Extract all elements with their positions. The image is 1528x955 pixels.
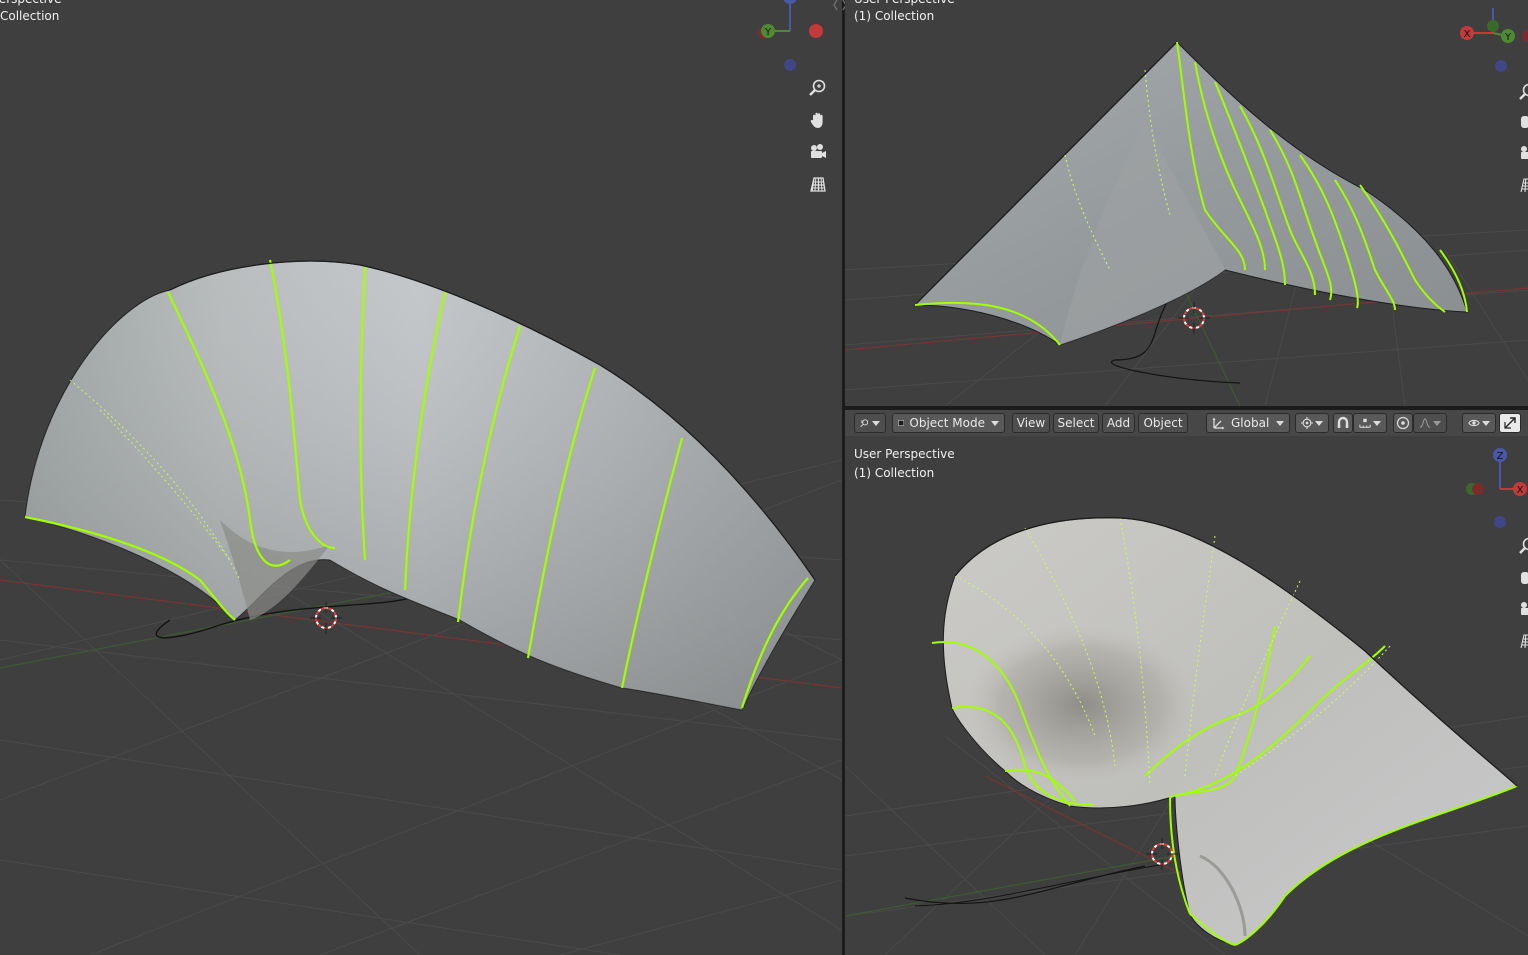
camera-icon[interactable] xyxy=(1518,143,1528,163)
snap-magnet-icon xyxy=(1337,416,1349,428)
grid-ortho-icon[interactable] xyxy=(804,170,832,198)
navigation-gizmo[interactable]: Y xyxy=(750,0,830,80)
overlay-visibility-dropdown[interactable] xyxy=(1462,413,1496,433)
falloff-dropdown[interactable] xyxy=(1413,413,1447,433)
viewport-view-label: User Perspective xyxy=(854,447,955,461)
orientation-icon xyxy=(1212,417,1225,430)
zoom-icon[interactable] xyxy=(804,74,832,102)
zoom-icon[interactable] xyxy=(1518,82,1528,102)
svg-text:Z: Z xyxy=(1497,451,1504,462)
viewport-collection-label: (1) Collection xyxy=(854,466,935,480)
svg-text:Y: Y xyxy=(1504,32,1512,43)
menu-select[interactable]: Select xyxy=(1053,413,1099,433)
viewport-icon xyxy=(860,419,869,428)
viewport-collection-label: Collection xyxy=(0,9,60,23)
viewport-top-right[interactable]: User Perspective (1) Collection X Y xyxy=(845,0,1528,406)
gizmo-toggle-icon xyxy=(1504,417,1516,429)
camera-icon[interactable] xyxy=(804,138,832,166)
grid-ortho-icon[interactable] xyxy=(1518,175,1528,195)
viewport-bottom-right[interactable]: User Perspective (1) Collection Z X xyxy=(845,436,1528,955)
svg-text:X: X xyxy=(1464,29,1471,40)
menu-object[interactable]: Object xyxy=(1138,413,1188,433)
snap-toggle[interactable] xyxy=(1333,413,1353,433)
viewport-collection-label: (1) Collection xyxy=(854,9,935,23)
viewport-header: Object Mode View Select Add Object Globa… xyxy=(845,410,1528,437)
orientation-dropdown[interactable]: Global xyxy=(1206,413,1290,433)
hand-pan-icon[interactable] xyxy=(804,106,832,134)
pivot-dropdown[interactable] xyxy=(1295,413,1329,433)
visibility-eye-icon xyxy=(1468,419,1480,427)
snap-type-dropdown[interactable] xyxy=(1353,413,1387,433)
top-right-scene xyxy=(845,0,1528,406)
pivot-icon xyxy=(1301,417,1313,429)
gizmo-z-axis xyxy=(783,0,797,4)
svg-text:X: X xyxy=(1517,485,1524,496)
navigation-gizmo[interactable]: Z X xyxy=(1458,444,1528,529)
viewport-left[interactable]: Perspective Collection Y xyxy=(0,0,842,955)
menu-view[interactable]: View xyxy=(1012,413,1050,433)
svg-text:Y: Y xyxy=(764,27,772,38)
falloff-curve-icon xyxy=(1419,418,1431,428)
menu-add[interactable]: Add xyxy=(1102,413,1135,433)
grid-ortho-icon[interactable] xyxy=(1518,631,1528,651)
gizmo-x-axis xyxy=(809,24,823,38)
bottom-right-scene xyxy=(845,436,1528,955)
snap-increment-icon xyxy=(1359,418,1371,428)
editor-type-button[interactable] xyxy=(854,413,886,433)
hand-pan-icon[interactable] xyxy=(1518,112,1528,132)
camera-icon[interactable] xyxy=(1518,599,1528,619)
navigation-gizmo[interactable]: X Y xyxy=(1453,0,1528,75)
left-scene xyxy=(0,0,842,955)
mode-dropdown[interactable]: Object Mode xyxy=(892,413,1005,433)
gizmo-toggle[interactable] xyxy=(1499,413,1521,433)
proportional-edit-toggle[interactable] xyxy=(1393,413,1413,433)
hand-pan-icon[interactable] xyxy=(1518,568,1528,588)
proportional-edit-icon xyxy=(1396,416,1410,430)
zoom-icon[interactable] xyxy=(1518,536,1528,556)
